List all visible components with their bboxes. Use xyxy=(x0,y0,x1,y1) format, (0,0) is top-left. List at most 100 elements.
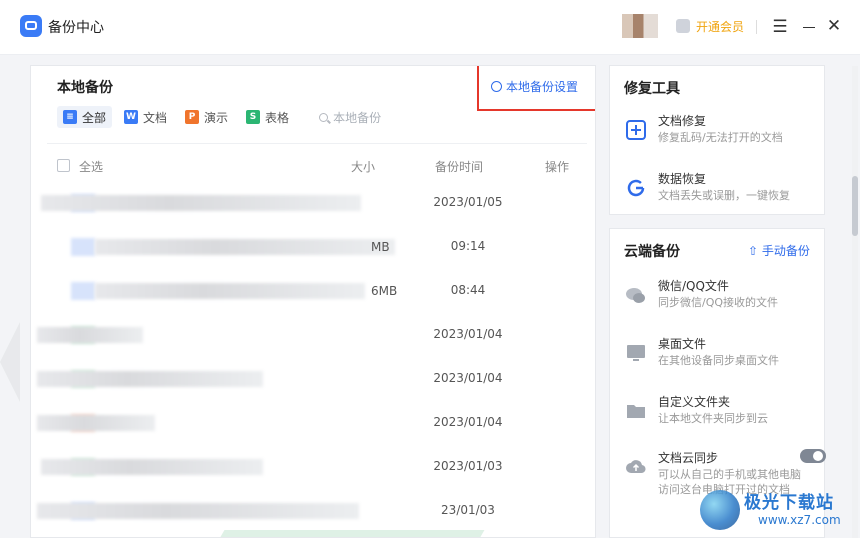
repair-tools-title: 修复工具 xyxy=(624,81,680,97)
table-header: 全选 大小 备份时间 操作 xyxy=(57,158,587,178)
local-backup-panel: 本地备份 本地备份设置 ≡ 全部 W 文档 P 演示 S 表格 本地备份 全选 … xyxy=(30,65,596,538)
row-time: 09:14 xyxy=(450,239,486,253)
search-input[interactable]: 本地备份 xyxy=(313,106,387,128)
row-time: 23/01/03 xyxy=(441,503,495,517)
row-time: 2023/01/05 xyxy=(433,195,503,209)
cloud-upload-icon xyxy=(626,460,646,474)
minimize-button[interactable] xyxy=(797,15,821,39)
select-all-checkbox[interactable] xyxy=(57,159,70,172)
cloud-item-desc: 同步微信/QQ接收的文件 xyxy=(658,296,779,309)
cloud-item-name: 桌面文件 xyxy=(658,337,707,351)
cloud-item-desc: 可以从自己的手机或其他电脑 xyxy=(658,468,801,481)
file-icon xyxy=(71,238,95,256)
tool-doc-repair[interactable]: 文档修复 修复乱码/无法打开的文档 xyxy=(624,112,820,150)
filter-label: 演示 xyxy=(204,110,229,125)
cloud-item-name: 自定义文件夹 xyxy=(658,395,731,409)
cloud-folder-icon xyxy=(20,15,42,37)
folder-icon xyxy=(627,405,645,418)
table-row[interactable]: 2023/01/04 xyxy=(31,314,595,358)
local-backup-settings-link[interactable]: 本地备份设置 xyxy=(491,78,578,95)
chat-icon xyxy=(626,288,645,303)
table-row[interactable]: 23/01/03 xyxy=(31,490,595,534)
watermark: 极光下载站 www.xz7.com xyxy=(700,484,860,538)
row-time: 2023/01/04 xyxy=(433,327,503,341)
table-row[interactable]: 2023/01/05 xyxy=(31,182,595,226)
cloud-item-desktop[interactable]: 桌面文件 在其他设备同步桌面文件 xyxy=(624,335,820,373)
watermark-logo xyxy=(700,490,740,530)
table-row[interactable]: 2023/01/04 xyxy=(31,402,595,446)
divider xyxy=(47,143,587,144)
data-recovery-icon xyxy=(627,179,645,197)
list-icon: ≡ xyxy=(63,110,77,124)
title-bar: 备份中心 开通会员 ☰ ✕ xyxy=(0,0,860,55)
file-name-blurred xyxy=(37,371,263,387)
table-row[interactable]: 2023/01/04 xyxy=(31,358,595,402)
filter-tab-spreadsheet[interactable]: S 表格 xyxy=(240,106,295,128)
cloud-item-wechat-qq[interactable]: 微信/QQ文件 同步微信/QQ接收的文件 xyxy=(624,277,820,315)
row-time: 2023/01/03 xyxy=(433,459,503,473)
row-time: 08:44 xyxy=(450,283,486,297)
filter-tab-all[interactable]: ≡ 全部 xyxy=(57,106,113,128)
divider xyxy=(756,20,757,34)
cloud-item-name: 文档云同步 xyxy=(658,451,719,465)
doc-sync-toggle[interactable] xyxy=(800,449,826,463)
manual-backup-button[interactable]: ⇧ 手动备份 xyxy=(748,242,810,259)
avatar[interactable] xyxy=(622,14,658,38)
tool-name: 数据恢复 xyxy=(658,172,707,186)
repair-tools-panel: 修复工具 文档修复 修复乱码/无法打开的文档 数据恢复 文档丢失或误删，一键恢复 xyxy=(609,65,825,215)
tool-name: 文档修复 xyxy=(658,114,707,128)
cloud-item-desc: 让本地文件夹同步到云 xyxy=(658,412,768,425)
filter-label: 全部 xyxy=(82,110,107,125)
presentation-icon: P xyxy=(185,110,200,124)
row-size: 6MB xyxy=(371,284,398,298)
decorative-shape xyxy=(217,530,485,537)
settings-label: 本地备份设置 xyxy=(506,80,579,94)
desktop-icon xyxy=(627,345,645,361)
file-name-blurred xyxy=(41,459,263,475)
filter-tab-presentation[interactable]: P 演示 xyxy=(179,106,234,128)
manual-backup-label: 手动备份 xyxy=(761,244,810,258)
filter-tabs: ≡ 全部 W 文档 P 演示 S 表格 本地备份 xyxy=(57,106,387,128)
file-name-blurred xyxy=(37,415,155,431)
app-title: 备份中心 xyxy=(48,20,104,36)
cloud-item-custom-folder[interactable]: 自定义文件夹 让本地文件夹同步到云 xyxy=(624,393,820,431)
doc-repair-icon xyxy=(626,120,646,140)
row-size: MB xyxy=(371,240,390,254)
tool-desc: 修复乱码/无法打开的文档 xyxy=(658,131,783,144)
vip-link[interactable]: 开通会员 xyxy=(696,18,744,35)
table-row[interactable]: 2023/01/03 xyxy=(31,446,595,490)
scrollbar[interactable] xyxy=(852,66,858,538)
table-row[interactable]: MB 09:14 xyxy=(31,226,595,270)
column-select-all: 全选 xyxy=(79,160,104,174)
watermark-url: www.xz7.com xyxy=(758,513,841,527)
search-placeholder: 本地备份 xyxy=(333,110,382,125)
tool-data-recovery[interactable]: 数据恢复 文档丢失或误删，一键恢复 xyxy=(624,170,820,208)
tool-desc: 文档丢失或误删，一键恢复 xyxy=(658,189,790,202)
row-time: 2023/01/04 xyxy=(433,371,503,385)
filter-label: 文档 xyxy=(143,110,168,125)
vip-icon[interactable] xyxy=(676,19,690,33)
table-row[interactable]: 6MB 08:44 xyxy=(31,270,595,314)
decorative-shape xyxy=(0,322,20,402)
cloud-item-name: 微信/QQ文件 xyxy=(658,279,729,293)
file-name-blurred xyxy=(95,283,365,299)
menu-button[interactable]: ☰ xyxy=(768,15,792,39)
column-size: 大小 xyxy=(351,160,376,174)
search-icon xyxy=(319,112,329,122)
column-action: 操作 xyxy=(545,160,570,174)
cloud-item-desc: 在其他设备同步桌面文件 xyxy=(658,354,779,367)
filter-label: 表格 xyxy=(265,110,290,125)
column-time: 备份时间 xyxy=(435,160,484,174)
writer-icon: W xyxy=(124,110,139,124)
scrollbar-thumb[interactable] xyxy=(852,176,858,236)
upload-icon: ⇧ xyxy=(748,244,759,258)
filter-tab-docs[interactable]: W 文档 xyxy=(118,106,173,128)
watermark-title: 极光下载站 xyxy=(744,493,834,513)
local-backup-title: 本地备份 xyxy=(57,80,113,96)
file-name-blurred xyxy=(95,239,395,255)
file-name-blurred xyxy=(41,195,361,211)
file-name-blurred xyxy=(37,327,143,343)
close-button[interactable]: ✕ xyxy=(822,14,846,38)
file-icon xyxy=(71,282,95,300)
file-name-blurred xyxy=(37,503,359,519)
